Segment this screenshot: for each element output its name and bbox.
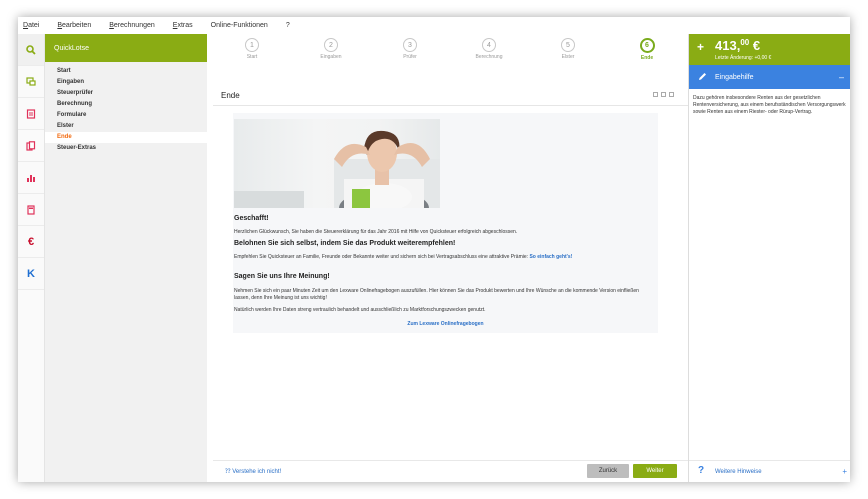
app-window: Datei Bearbeiten Berechnungen Extras Onl… [18, 17, 850, 482]
sidebar-title: QuickLotse [45, 34, 207, 62]
k-icon: K [27, 267, 35, 280]
step-elster[interactable]: 5 Elster [548, 38, 588, 60]
euro-icon: € [27, 235, 35, 248]
text-recommend: Empfehlen Sie Quicksteuer an Familie, Fr… [234, 254, 573, 260]
heading-recommend: Belohnen Sie sich selbst, indem Sie das … [234, 240, 456, 247]
sidebar-item-steuer-extras[interactable]: Steuer-Extras [45, 143, 207, 154]
bookmark-icon[interactable] [661, 92, 666, 97]
sidebar-item-formulare[interactable]: Formulare [45, 110, 207, 121]
sidebar: QuickLotse Start Eingaben Steuerprüfer B… [45, 34, 207, 482]
nav-monitor[interactable] [18, 66, 44, 98]
recommend-link[interactable]: So einfach geht's! [529, 254, 572, 260]
heading-geschafft: Geschafft! [234, 215, 269, 222]
step-number: 4 [482, 38, 496, 52]
nav-chart[interactable] [18, 162, 44, 194]
progress-steps: 1 Start 2 Eingaben 3 Prüfer 4 Berechnung… [213, 34, 688, 68]
input-help-header[interactable]: Eingabehilfe – [689, 65, 850, 89]
expand-icon[interactable]: + [842, 467, 847, 476]
woman-photo [234, 119, 440, 208]
heading-opinion: Sagen Sie uns Ihre Meinung! [234, 273, 330, 280]
step-start[interactable]: 1 Start [232, 38, 272, 60]
text-privacy: Natürlich werden Ihre Daten streng vertr… [234, 307, 486, 313]
bar-chart-icon [27, 174, 35, 182]
icon-bar: € K [18, 34, 45, 482]
nav-calculator[interactable] [18, 194, 44, 226]
step-label: Start [246, 54, 258, 60]
help-icon: ⁇ [225, 469, 231, 475]
comment-icon[interactable] [653, 92, 658, 97]
step-label: Berechnung [475, 54, 503, 60]
text-survey: Nehmen Sie sich ein paar Minuten Zeit um… [234, 288, 639, 301]
nav-search[interactable] [18, 34, 44, 66]
calculator-icon [27, 204, 35, 215]
step-number: 3 [403, 38, 417, 52]
next-button[interactable]: Weiter [633, 464, 677, 478]
more-help-bar: ? Weitere Hinweise + [689, 460, 850, 482]
sidebar-list: Start Eingaben Steuerprüfer Berechnung F… [45, 66, 207, 154]
monitor-icon [26, 76, 36, 86]
sidebar-item-eingaben[interactable]: Eingaben [45, 77, 207, 88]
collapse-icon[interactable]: – [839, 72, 844, 82]
sidebar-item-start[interactable]: Start [45, 66, 207, 77]
step-ende[interactable]: 6 Ende [627, 38, 667, 61]
nav-euro[interactable]: € [18, 226, 44, 258]
right-panel: + 413,00 € Letzte Änderung: +0,00 € Eing… [688, 34, 850, 482]
documents-icon [26, 140, 36, 151]
menu-help[interactable]: ? [286, 22, 290, 29]
menu-extras[interactable]: Extras [173, 22, 193, 29]
step-label: Prüfer [403, 54, 417, 60]
main-area: 1 Start 2 Eingaben 3 Prüfer 4 Berechnung… [213, 34, 688, 482]
sidebar-item-elster[interactable]: Elster [45, 121, 207, 132]
help-link[interactable]: ⁇ Verstehe ich nicht! [225, 468, 281, 475]
page-tools [653, 92, 674, 97]
survey-link[interactable]: Zum Lexware Onlinefragebogen [233, 321, 658, 327]
last-change: Letzte Änderung: +0,00 € [715, 55, 772, 61]
sidebar-item-ende[interactable]: Ende [45, 132, 207, 143]
sidebar-item-berechnung[interactable]: Berechnung [45, 99, 207, 110]
form-icon [26, 108, 36, 119]
step-label: Eingaben [320, 54, 342, 60]
refund-amount: 413,00 € [715, 38, 761, 53]
menu-online-funktionen[interactable]: Online-Funktionen [211, 22, 268, 29]
menu-datei[interactable]: Datei [23, 22, 39, 29]
refund-box: + 413,00 € Letzte Änderung: +0,00 € [689, 34, 850, 65]
menu-berechnungen[interactable]: Berechnungen [109, 22, 155, 29]
step-label: Elster [561, 54, 575, 60]
menu-bearbeiten[interactable]: Bearbeiten [57, 22, 91, 29]
back-button[interactable]: Zurück [587, 464, 629, 478]
sidebar-item-steuerpruefer[interactable]: Steuerprüfer [45, 88, 207, 99]
step-number: 2 [324, 38, 338, 52]
content-panel: Geschafft! Herzlichen Glückwunsch, Sie h… [233, 113, 658, 333]
pencil-icon [699, 73, 706, 80]
step-number: 1 [245, 38, 259, 52]
input-help-text: Dazu gehören insbesondere Renten aus der… [693, 95, 846, 115]
more-help-link[interactable]: Weitere Hinweise [715, 469, 762, 475]
nav-form[interactable] [18, 98, 44, 130]
search-icon [26, 44, 36, 55]
step-pruefer[interactable]: 3 Prüfer [390, 38, 430, 60]
text-congrats: Herzlichen Glückwunsch, Sie haben die St… [234, 229, 518, 235]
question-icon: ? [698, 465, 705, 476]
step-number: 5 [561, 38, 575, 52]
bottom-bar: ⁇ Verstehe ich nicht! Zurück Weiter [213, 460, 688, 482]
plus-icon: + [697, 40, 705, 54]
nav-k[interactable]: K [18, 258, 44, 290]
divider [213, 105, 688, 106]
input-help-title: Eingabehilfe [715, 73, 754, 81]
step-number: 6 [639, 38, 655, 53]
step-label: Ende [640, 55, 654, 61]
step-berechnung[interactable]: 4 Berechnung [469, 38, 509, 60]
nav-documents[interactable] [18, 130, 44, 162]
page-title: Ende [221, 91, 240, 100]
step-eingaben[interactable]: 2 Eingaben [311, 38, 351, 60]
menu-bar: Datei Bearbeiten Berechnungen Extras Onl… [18, 17, 850, 34]
print-icon[interactable] [669, 92, 674, 97]
